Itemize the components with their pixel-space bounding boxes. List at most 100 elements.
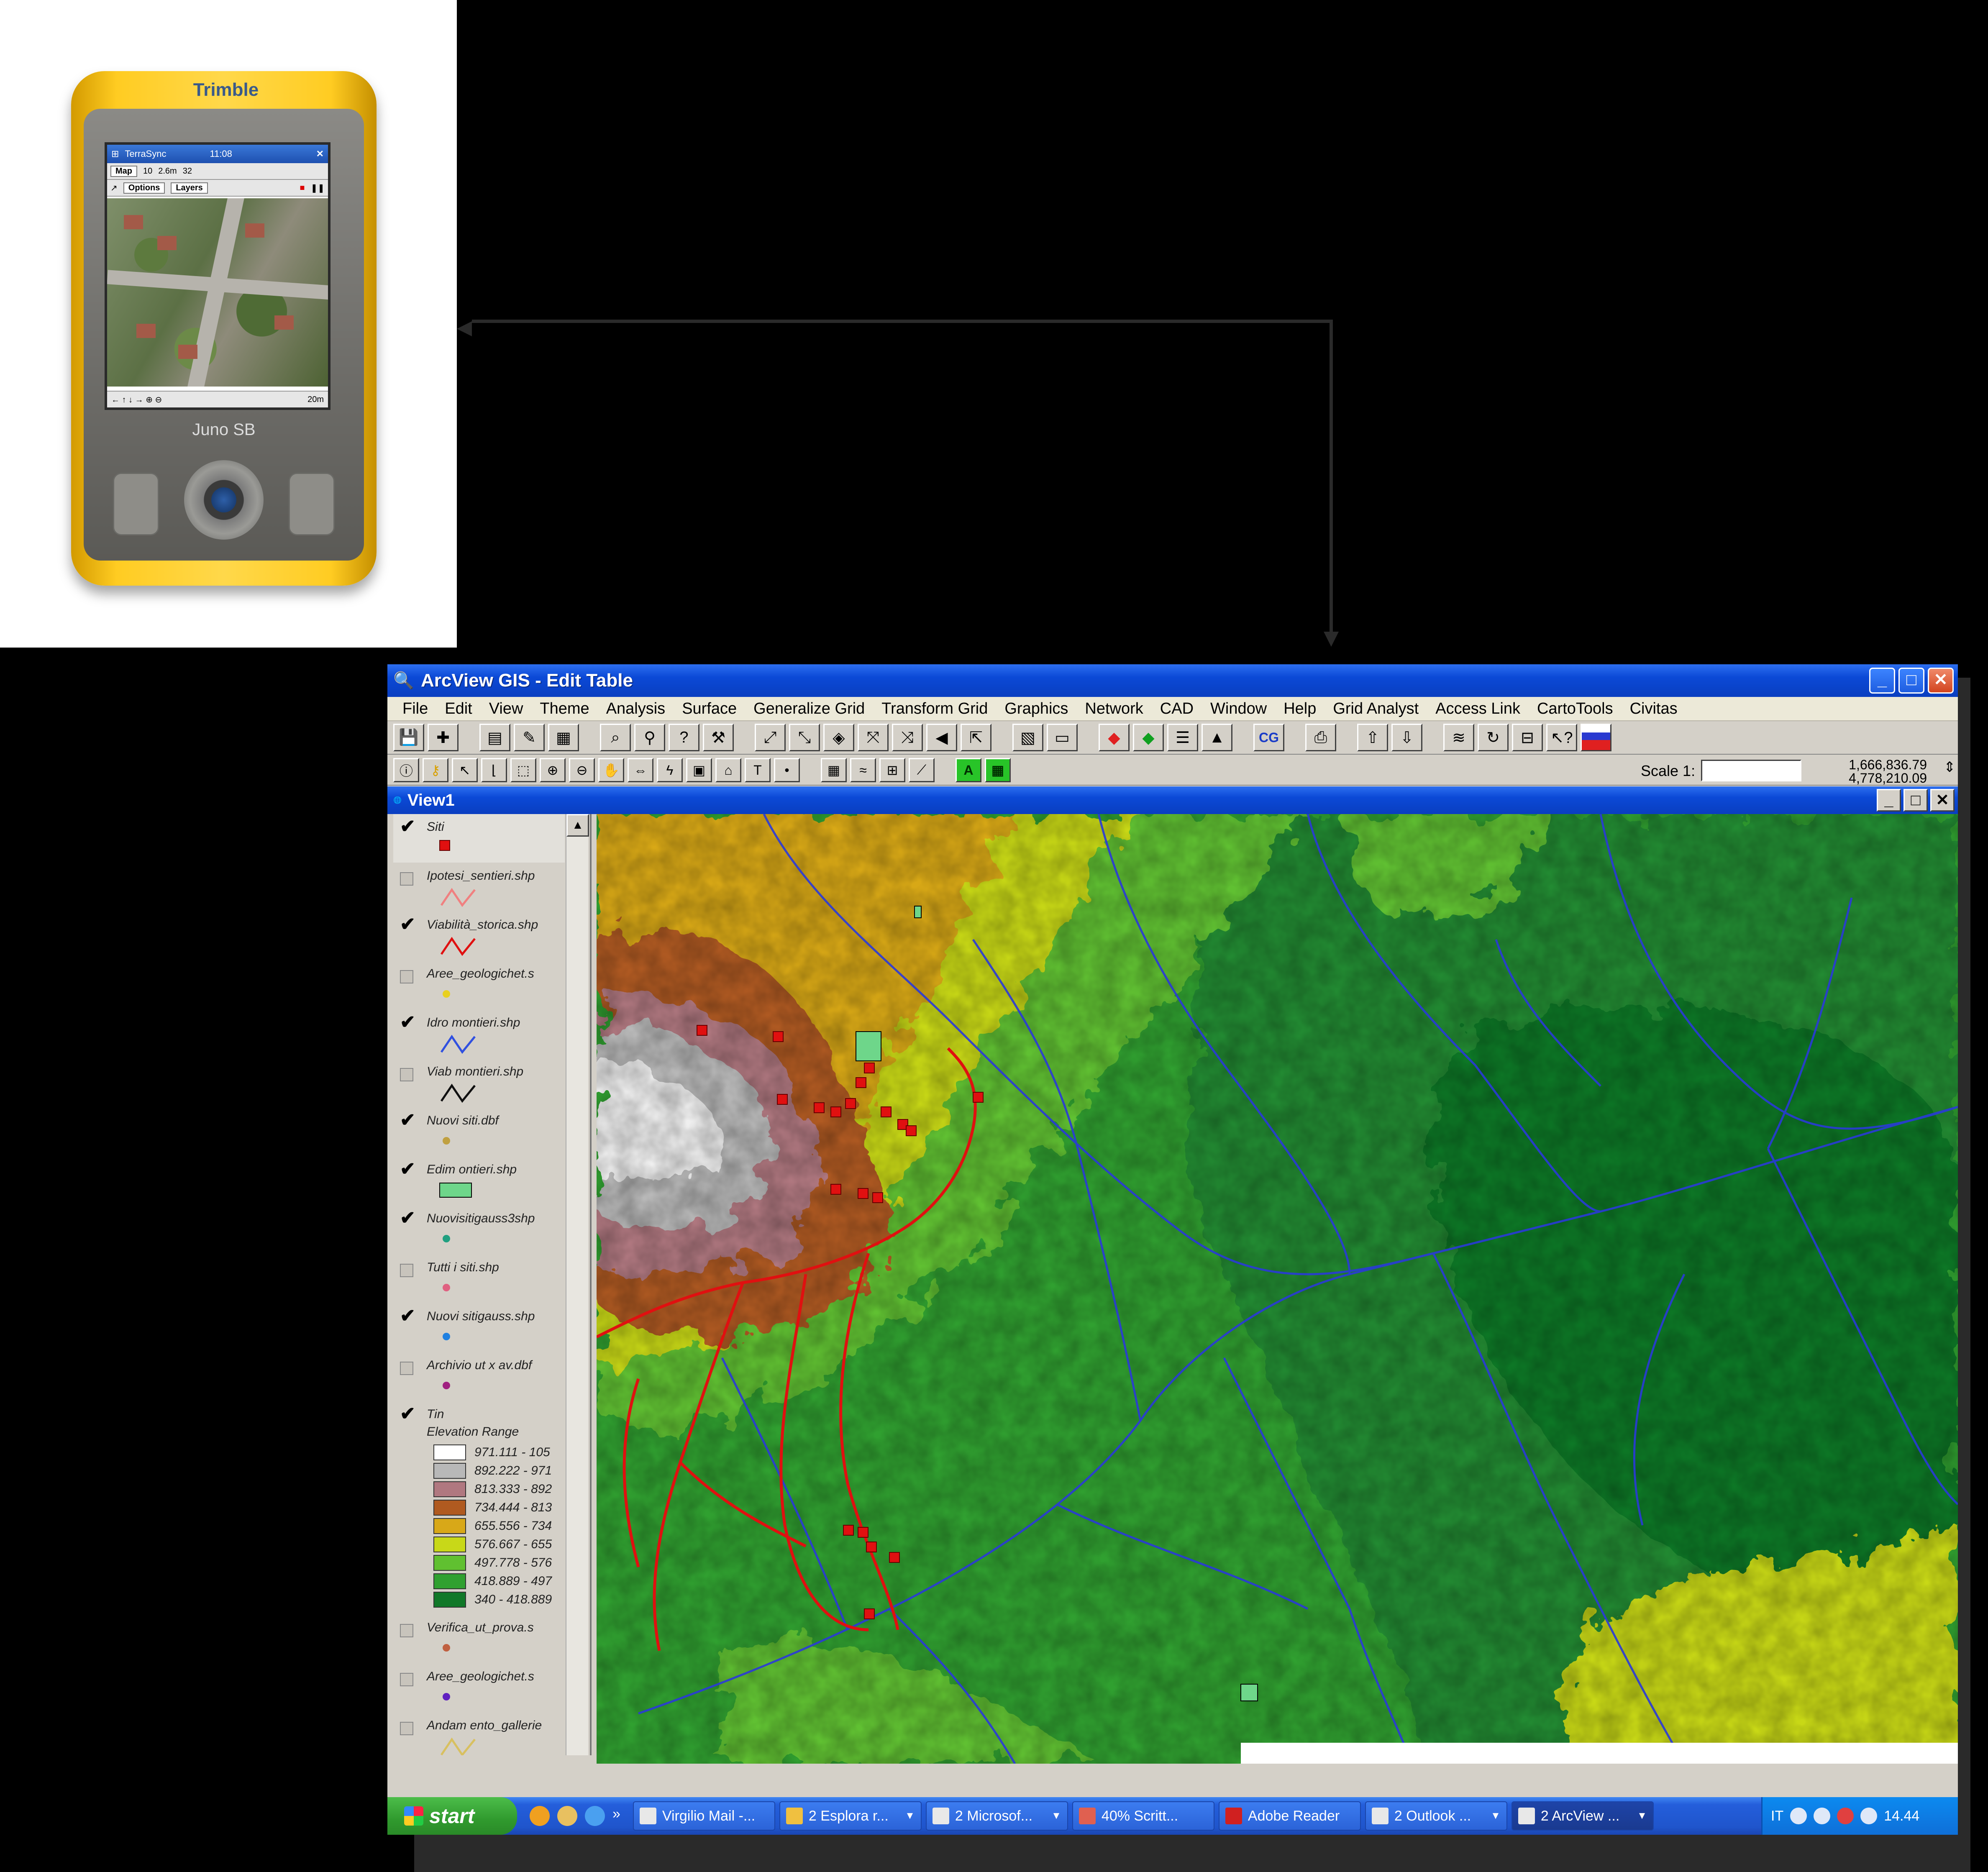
pause-icon[interactable]: ❚❚ — [310, 183, 325, 193]
record-icon[interactable]: ■ — [300, 183, 305, 193]
theme-properties-icon[interactable]: ▤ — [479, 724, 510, 751]
task-virgilio-mail[interactable]: Virgilio Mail -... — [633, 1801, 775, 1831]
quick-launch-more-icon[interactable]: » — [612, 1806, 620, 1826]
menu-surface[interactable]: Surface — [674, 700, 745, 718]
print-icon[interactable]: ⎙ — [1305, 724, 1336, 751]
refresh-icon[interactable]: ↻ — [1478, 724, 1509, 751]
checkbox-checked-icon[interactable]: ✔ — [400, 1209, 415, 1227]
menu-network[interactable]: Network — [1076, 700, 1151, 718]
zoom-to-selected-icon[interactable]: ◈ — [823, 724, 854, 751]
back-arrow-icon[interactable] — [1790, 1808, 1807, 1824]
map-dropdown[interactable]: Map — [110, 165, 137, 177]
left-hardware-key[interactable] — [113, 473, 159, 535]
red-diamond-icon[interactable]: ◆ — [1099, 724, 1130, 751]
legend-layer[interactable]: ✔ Nuovisitigauss3shp — [393, 1206, 565, 1254]
zoom-in-tool-icon[interactable]: ⊕ — [540, 758, 566, 782]
legend-layer[interactable]: Ipotesi_sentieri.shp — [393, 863, 565, 912]
grid-tool-icon[interactable]: ▦ — [821, 758, 847, 782]
select-features-icon[interactable]: ⇱ — [961, 724, 991, 751]
add-theme-icon[interactable]: ✚ — [428, 724, 459, 751]
task-adobe-reader[interactable]: Adobe Reader — [1218, 1801, 1361, 1831]
window-titlebar[interactable]: 🔍 ArcView GIS - Edit Table _ □ ✕ — [387, 664, 1958, 697]
legend-layer[interactable]: Viab montieri.shp — [393, 1059, 565, 1107]
view-close-button[interactable]: ✕ — [1930, 789, 1955, 812]
zoom-out-tool-icon[interactable]: ⊖ — [569, 758, 595, 782]
task-microsoft[interactable]: 2 Microsof... ▼ — [925, 1801, 1068, 1831]
checkbox-checked-icon[interactable]: ✔ — [400, 915, 415, 934]
ie-icon[interactable] — [585, 1806, 605, 1826]
menu-help[interactable]: Help — [1275, 700, 1324, 718]
close-icon[interactable]: ✕ — [316, 149, 324, 159]
list-icon[interactable]: ☰ — [1167, 724, 1198, 751]
view-minimize-button[interactable]: _ — [1877, 789, 1901, 812]
legend-layer[interactable]: ✔ Nuovi sitigauss.shp — [393, 1303, 565, 1352]
stack-icon[interactable]: ≋ — [1443, 724, 1474, 751]
label-icon[interactable]: ⌂ — [715, 758, 741, 782]
legend-layer[interactable]: Verifica_ut_prova.s — [393, 1615, 565, 1663]
text-tool-icon[interactable]: T — [745, 758, 771, 782]
zoom-to-active-icon[interactable]: ⤡ — [789, 724, 820, 751]
aerial-map[interactable] — [107, 198, 328, 387]
identify-icon[interactable]: ⓘ — [393, 758, 419, 782]
chart-icon[interactable]: ▲ — [1202, 724, 1232, 751]
checkbox-checked-icon[interactable]: ✔ — [400, 1160, 415, 1178]
task-explorer[interactable]: 2 Esplora r... ▼ — [779, 1801, 922, 1831]
legend-layer[interactable]: ✔ Nuovi siti.dbf — [393, 1108, 565, 1156]
scroll-up-icon[interactable]: ▲ — [566, 814, 589, 837]
menu-civitas[interactable]: Civitas — [1622, 700, 1686, 718]
cross-section-icon[interactable]: ⊞ — [879, 758, 905, 782]
measure-icon[interactable]: ⇔ — [628, 758, 653, 782]
hotlink-icon[interactable]: ⚷ — [423, 758, 448, 782]
layers-menu[interactable]: Layers — [171, 182, 208, 194]
edit-legend-icon[interactable]: ✎ — [514, 724, 545, 751]
menu-file[interactable]: File — [394, 700, 436, 718]
mail-icon[interactable] — [557, 1806, 577, 1826]
windows-start-icon[interactable]: ⊞ — [111, 149, 119, 159]
legend-layer[interactable]: Andam ento_gallerie — [393, 1713, 565, 1755]
menu-graphics[interactable]: Graphics — [996, 700, 1076, 718]
legend-layer[interactable]: ✔ Siti — [393, 814, 565, 863]
checkbox-unchecked-icon[interactable] — [400, 872, 413, 886]
toc-scrollbar[interactable]: ▲ — [566, 814, 589, 1755]
pan-hand-icon[interactable]: ✋ — [598, 758, 624, 782]
menu-theme[interactable]: Theme — [531, 700, 597, 718]
menu-access-link[interactable]: Access Link — [1427, 700, 1529, 718]
find-icon[interactable]: ⌕ — [600, 724, 631, 751]
vertex-edit-icon[interactable]: ⌊ — [481, 758, 507, 782]
legend-layer[interactable]: ✔ Idro montieri.shp — [393, 1010, 565, 1058]
legend-layer[interactable]: Aree_geologichet.s — [393, 1664, 565, 1712]
cg-button[interactable]: CG — [1253, 724, 1284, 751]
area-of-interest-icon[interactable]: ▣ — [686, 758, 712, 782]
options-menu[interactable]: Options — [123, 182, 165, 194]
hotlink-bolt-icon[interactable]: ϟ — [657, 758, 683, 782]
menu-view[interactable]: View — [481, 700, 532, 718]
checkbox-unchecked-icon[interactable] — [400, 1362, 413, 1375]
layout-icon[interactable]: ▭ — [1047, 724, 1078, 751]
coordinate-units-icon[interactable]: ⇕ — [1944, 759, 1956, 776]
scale-input[interactable] — [1701, 760, 1801, 781]
pointer-tool-icon[interactable]: ↗ — [110, 183, 118, 193]
legend-layer[interactable]: Aree_geologichet.s — [393, 961, 565, 1009]
slope-tool-icon[interactable]: ⟋ — [909, 758, 935, 782]
legend-layer[interactable]: Tutti i siti.shp — [393, 1255, 565, 1303]
green-grid-button[interactable]: ▦ — [985, 758, 1011, 782]
volume-icon[interactable] — [1860, 1808, 1878, 1824]
zoom-previous-icon[interactable]: ◀ — [926, 724, 957, 751]
maximize-button[interactable]: □ — [1898, 668, 1924, 694]
locate-address-icon[interactable]: ⚲ — [634, 724, 665, 751]
menu-grid-analyst[interactable]: Grid Analyst — [1324, 700, 1427, 718]
view-titlebar[interactable]: 🌐 View1 _ □ ✕ — [387, 786, 1958, 814]
checkbox-unchecked-icon[interactable] — [400, 1624, 413, 1637]
nav-pad-center[interactable] — [211, 487, 236, 512]
zoom-to-full-extent-icon[interactable]: ⤢ — [755, 724, 786, 751]
navigation-pad[interactable] — [184, 460, 264, 540]
query-builder-icon[interactable]: ? — [669, 724, 699, 751]
language-indicator[interactable]: IT — [1771, 1808, 1783, 1824]
menu-cartotools[interactable]: CartoTools — [1529, 700, 1622, 718]
menu-analysis[interactable]: Analysis — [598, 700, 674, 718]
menu-generalize-grid[interactable]: Generalize Grid — [745, 700, 873, 718]
checkbox-checked-icon[interactable]: ✔ — [400, 1307, 415, 1325]
checkbox-unchecked-icon[interactable] — [400, 1722, 413, 1735]
checkbox-unchecked-icon[interactable] — [400, 970, 413, 983]
legend-layer[interactable]: Archivio ut x av.dbf — [393, 1352, 565, 1401]
